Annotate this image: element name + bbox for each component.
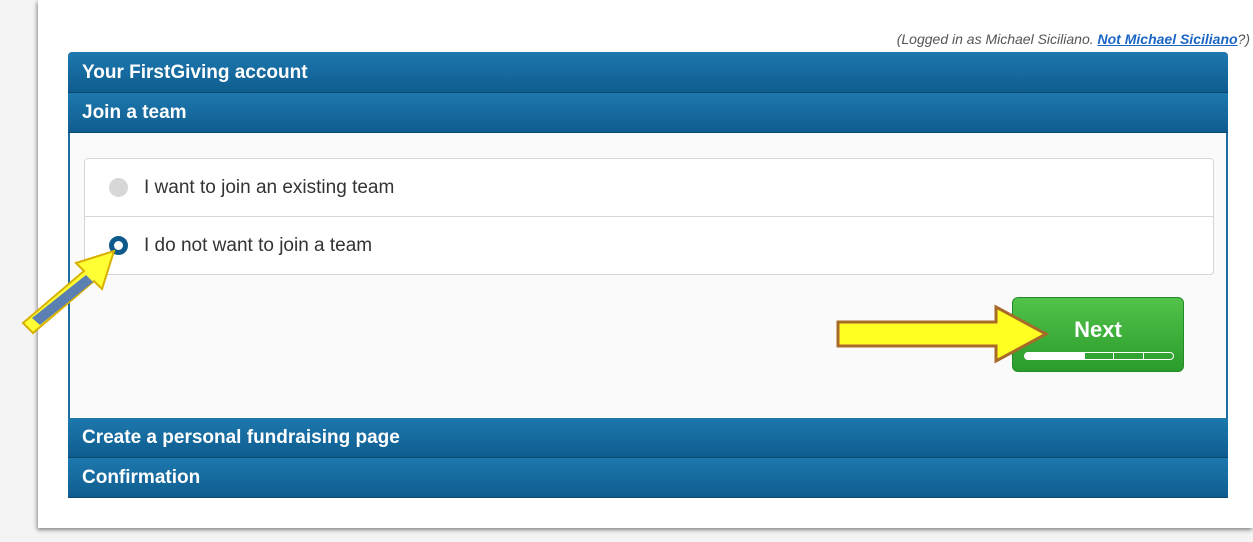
diagonal-arrow-icon xyxy=(21,249,116,335)
not-me-link[interactable]: Not Michael Siciliano xyxy=(1098,31,1238,47)
signup-accordion: Your FirstGiving account Join a team I w… xyxy=(68,52,1228,501)
login-status: (Logged in as Michael Siciliano. Not Mic… xyxy=(897,31,1250,47)
right-arrow-icon xyxy=(836,304,1050,364)
option-join-existing-team[interactable]: I want to join an existing team xyxy=(85,159,1213,216)
join-team-body: I want to join an existing team I do not… xyxy=(68,133,1228,418)
team-options: I want to join an existing team I do not… xyxy=(84,158,1214,275)
progress-segment xyxy=(1054,353,1085,359)
option-label: I want to join an existing team xyxy=(144,176,395,198)
option-label: I do not want to join a team xyxy=(144,234,373,256)
section-join-team-header[interactable]: Join a team xyxy=(68,93,1228,133)
section-confirmation-header[interactable]: Confirmation xyxy=(68,458,1228,498)
option-no-team[interactable]: I do not want to join a team xyxy=(85,216,1213,274)
section-create-page-header[interactable]: Create a personal fundraising page xyxy=(68,418,1228,458)
radio-unselected-icon[interactable] xyxy=(109,178,128,197)
section-account-header[interactable]: Your FirstGiving account xyxy=(68,52,1228,93)
login-status-suffix: ?) xyxy=(1237,31,1250,47)
progress-segment xyxy=(1085,353,1115,359)
progress-segment xyxy=(1114,353,1145,359)
login-status-prefix: (Logged in as Michael Siciliano. xyxy=(896,31,1098,47)
progress-segment xyxy=(1144,353,1173,359)
main-card: (Logged in as Michael Siciliano. Not Mic… xyxy=(38,0,1253,528)
